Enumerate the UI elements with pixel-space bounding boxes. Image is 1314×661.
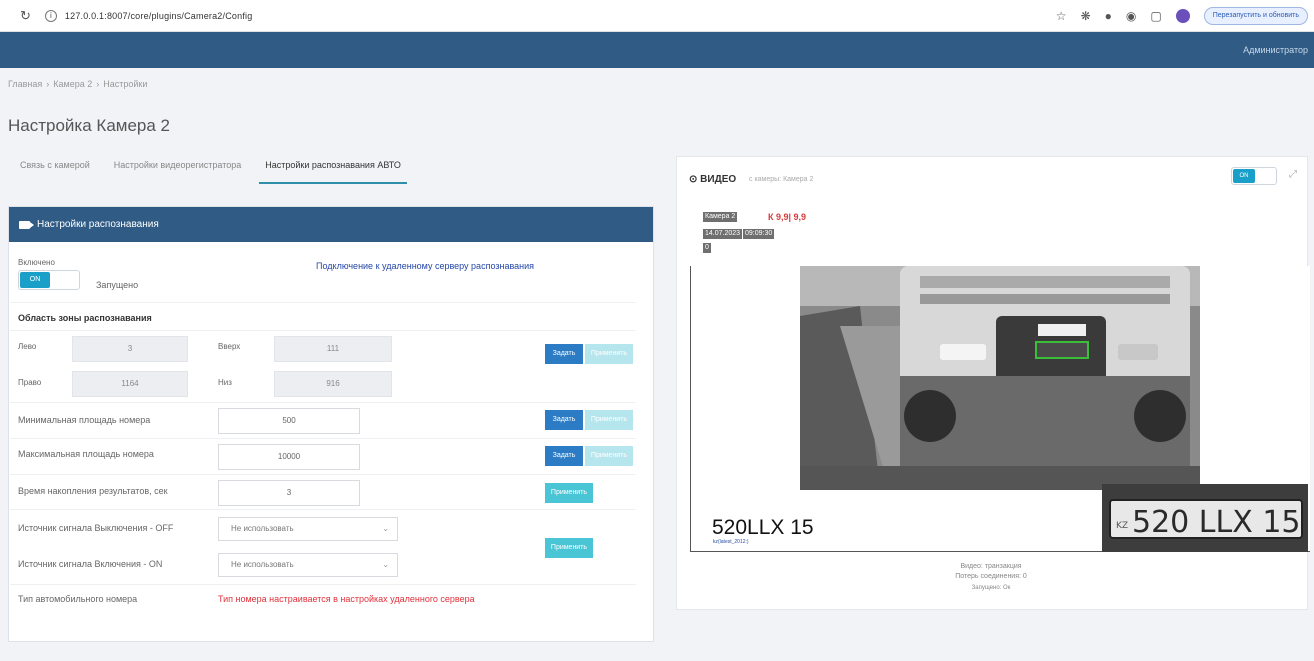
extension-icon[interactable]: ❋ bbox=[1081, 9, 1091, 23]
camera-snapshot bbox=[800, 266, 1200, 490]
video-status-line: Видео: транзакция bbox=[960, 563, 1022, 570]
divider bbox=[10, 584, 636, 585]
apply-min-area-button[interactable]: Применить bbox=[585, 410, 633, 430]
on-source-select[interactable]: Не использовать ⌄ bbox=[218, 553, 398, 577]
breadcrumb-home[interactable]: Главная bbox=[8, 79, 42, 89]
set-zone-button[interactable]: Задать bbox=[545, 344, 583, 364]
truck-image bbox=[800, 266, 1200, 490]
left-value-field[interactable]: 3 bbox=[72, 336, 188, 362]
min-area-label: Минимальная площадь номера bbox=[18, 415, 151, 425]
max-area-input[interactable]: 10000 bbox=[218, 444, 360, 470]
video-title-text: ВИДЕО bbox=[700, 174, 737, 185]
divider bbox=[10, 330, 636, 331]
status-text: Запущено bbox=[96, 280, 139, 290]
set-max-area-button[interactable]: Задать bbox=[545, 446, 583, 466]
tab-recognition-auto[interactable]: Настройки распознавания АВТО bbox=[259, 160, 407, 184]
run-status-line: Запущено: Ок bbox=[971, 585, 1011, 591]
video-title: ⊙ ВИДЕО bbox=[689, 174, 737, 185]
video-subtitle: с камеры: Камера 2 bbox=[749, 176, 814, 183]
toggle-on-label: ON bbox=[20, 272, 50, 288]
apply-accumulation-button[interactable]: Применить bbox=[545, 483, 593, 503]
plate-type-warning: Тип номера настраивается в настройках уд… bbox=[218, 594, 475, 604]
browser-update-button[interactable]: Перезапустить и обновить bbox=[1203, 7, 1308, 25]
plate-country-text: KZ bbox=[1116, 521, 1128, 531]
video-camera-icon bbox=[19, 220, 34, 229]
extension-eye-icon[interactable]: ◉ bbox=[1126, 9, 1136, 23]
tab-dvr-settings[interactable]: Настройки видеорегистратора bbox=[108, 160, 248, 184]
on-source-label: Источник сигнала Включения - ON bbox=[18, 559, 163, 569]
accumulation-label: Время накопления результатов, сек bbox=[18, 486, 168, 496]
recognition-toggle[interactable]: ON bbox=[18, 270, 80, 290]
divider bbox=[10, 509, 636, 510]
apply-max-area-button[interactable]: Применить bbox=[585, 446, 633, 466]
site-info-icon[interactable]: i bbox=[44, 9, 57, 22]
right-value-field[interactable]: 1164 bbox=[72, 371, 188, 397]
bookmark-star-icon[interactable]: ☆ bbox=[1056, 9, 1067, 23]
zone-section-title: Область зоны распознавания bbox=[18, 313, 152, 323]
off-source-select[interactable]: Не использовать ⌄ bbox=[218, 517, 398, 541]
page-title: Настройка Камера 2 bbox=[8, 116, 170, 135]
admin-link[interactable]: Администратор bbox=[1243, 45, 1308, 55]
overlay-red-metrics: К 9,9| 9,9 bbox=[768, 212, 807, 222]
top-label: Вверх bbox=[218, 342, 241, 351]
top-value-field[interactable]: 111 bbox=[274, 336, 392, 362]
accumulation-input[interactable]: 3 bbox=[218, 480, 360, 506]
recognized-plate-subtext: kz(latest_2012:) bbox=[713, 539, 749, 545]
divider bbox=[10, 402, 636, 403]
plate-image: KZ 520 LLX 15 bbox=[1102, 484, 1308, 552]
divider bbox=[10, 302, 636, 303]
apply-signal-sources-button[interactable]: Применить bbox=[545, 538, 593, 558]
plate-crop-image: KZ 520 LLX 15 bbox=[1102, 484, 1308, 552]
chevron-down-icon: ⌄ bbox=[382, 524, 389, 533]
breadcrumb-settings: Настройки bbox=[103, 79, 148, 89]
browser-actions: ☆ ❋ ● ◉ ▢ Перезапустить и обновить bbox=[1056, 7, 1308, 25]
breadcrumb: Главная › Камера 2 › Настройки bbox=[8, 79, 148, 89]
overlay-date: 14.07.2023 bbox=[703, 229, 743, 239]
settings-tabs: Связь с камерой Настройки видеорегистрат… bbox=[14, 160, 419, 184]
bottom-label: Низ bbox=[218, 378, 232, 387]
profile-avatar[interactable] bbox=[1175, 9, 1190, 23]
video-toggle[interactable]: ON bbox=[1231, 167, 1277, 185]
video-toggle-on: ON bbox=[1233, 169, 1255, 183]
connection-loss-line: Потерь соединения: 0 bbox=[955, 573, 1027, 580]
off-source-label: Источник сигнала Выключения - OFF bbox=[18, 523, 174, 533]
reload-icon[interactable]: ↻ bbox=[20, 8, 31, 24]
address-bar[interactable]: 127.0.0.1:8007/core/plugins/Camera2/Conf… bbox=[65, 11, 253, 21]
right-label: Право bbox=[18, 378, 42, 387]
max-area-label: Максимальная площадь номера bbox=[18, 449, 154, 459]
bottom-value-field[interactable]: 916 bbox=[274, 371, 392, 397]
apply-zone-button[interactable]: Применить bbox=[585, 344, 633, 364]
panel-title: Настройки распознавания bbox=[37, 219, 159, 230]
recognized-plate-text: 520LLX 15 bbox=[712, 516, 814, 539]
enabled-label: Включено bbox=[18, 258, 55, 267]
overlay-camera-name: Камера 2 bbox=[703, 212, 738, 222]
left-label: Лево bbox=[18, 342, 37, 351]
tab-camera-link[interactable]: Связь с камерой bbox=[14, 160, 96, 184]
plate-image-text: 520 LLX 15 bbox=[1132, 505, 1301, 540]
divider bbox=[10, 474, 636, 475]
remote-server-link[interactable]: Подключение к удаленному серверу распозн… bbox=[316, 261, 534, 271]
overlay-small: 0 bbox=[703, 243, 711, 253]
overlay-time: 09:09:30 bbox=[743, 229, 775, 239]
divider bbox=[10, 438, 636, 439]
expand-icon[interactable]: ⤢ bbox=[1289, 169, 1297, 180]
off-source-value: Не использовать bbox=[231, 524, 294, 533]
plate-type-label: Тип автомобильного номера bbox=[18, 594, 138, 604]
panel-header: Настройки распознавания bbox=[9, 207, 653, 242]
extension-person-icon[interactable]: ● bbox=[1105, 9, 1112, 23]
browser-toolbar: ↻ i 127.0.0.1:8007/core/plugins/Camera2/… bbox=[0, 0, 1314, 32]
min-area-input[interactable]: 500 bbox=[218, 408, 360, 434]
extensions-puzzle-icon[interactable]: ▢ bbox=[1150, 9, 1161, 23]
chevron-down-icon: ⌄ bbox=[382, 560, 389, 569]
on-source-value: Не использовать bbox=[231, 560, 294, 569]
breadcrumb-camera[interactable]: Камера 2 bbox=[53, 79, 92, 89]
app-header: Администратор bbox=[0, 32, 1314, 68]
set-min-area-button[interactable]: Задать bbox=[545, 410, 583, 430]
